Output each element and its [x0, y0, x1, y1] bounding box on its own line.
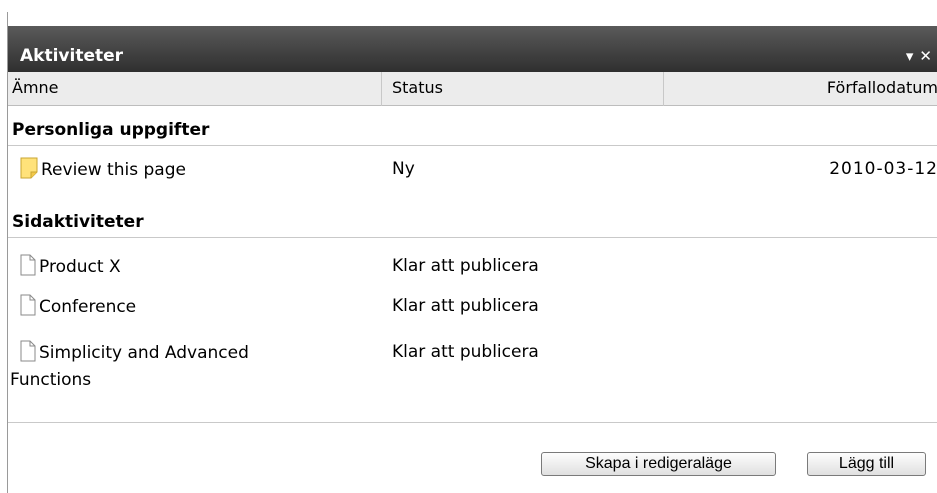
section-divider: [8, 237, 937, 238]
add-button[interactable]: Lägg till: [807, 452, 926, 476]
row-name[interactable]: Conference: [39, 297, 136, 317]
row-due-date: 2010-03-12: [829, 159, 937, 179]
column-header-status[interactable]: Status: [382, 72, 664, 106]
panel-title: Aktiviteter: [20, 46, 124, 66]
page-icon: [20, 340, 36, 370]
row-name[interactable]: Product X: [39, 257, 121, 277]
activities-panel: Aktiviteter ▾✕ Ämne Status Förfallodatum…: [7, 12, 937, 493]
create-in-edit-mode-button[interactable]: Skapa i redigeraläge: [541, 452, 776, 476]
page-icon: [20, 254, 36, 284]
row-name-line2[interactable]: Functions: [10, 370, 91, 390]
footer-divider: [8, 422, 937, 423]
page-icon: [20, 294, 36, 324]
top-strip: [0, 0, 937, 12]
section-divider: [8, 145, 937, 146]
panel-titlebar: Aktiviteter ▾✕: [8, 26, 937, 72]
section-title-page-activities: Sidaktiviteter: [12, 212, 144, 232]
column-header-due-date[interactable]: Förfallodatum: [664, 72, 937, 106]
row-status: Ny: [392, 159, 415, 179]
row-status: Klar att publicera: [392, 296, 539, 316]
panel-controls[interactable]: ▾✕: [906, 46, 937, 66]
row-name-line1[interactable]: Simplicity and Advanced: [39, 343, 249, 363]
row-status: Klar att publicera: [392, 256, 539, 276]
note-icon: [20, 157, 38, 187]
collapse-icon[interactable]: ▾: [906, 47, 920, 65]
row-status: Klar att publicera: [392, 342, 539, 362]
section-title-personal-tasks: Personliga uppgifter: [12, 120, 210, 140]
close-icon[interactable]: ✕: [919, 47, 937, 65]
column-header-subject[interactable]: Ämne: [8, 72, 382, 106]
column-header-row: Ämne Status Förfallodatum: [8, 72, 937, 106]
row-name[interactable]: Review this page: [41, 160, 186, 180]
